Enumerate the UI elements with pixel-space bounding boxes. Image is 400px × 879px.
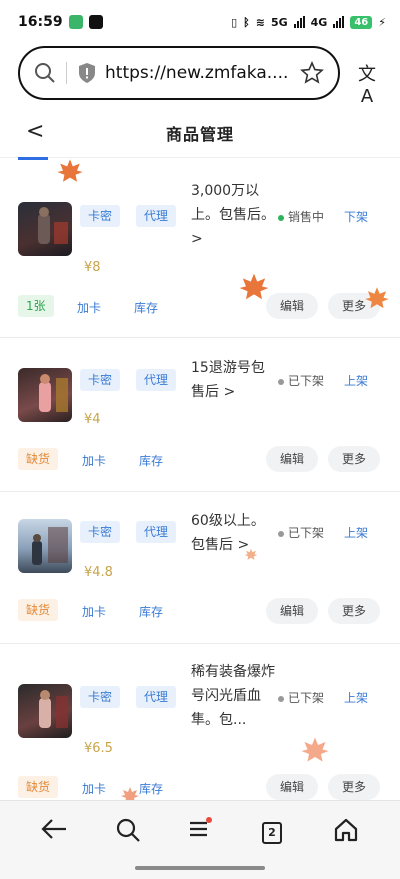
- product-price: ¥4: [84, 412, 101, 427]
- status-dot: [278, 530, 284, 537]
- product-name-link[interactable]: 60级以上。包售后 >: [191, 509, 277, 557]
- product-card: 卡密 代理 稀有装备爆炸号闪光盾血隼。包... 已下架 上架 ¥6.5 缺货 加…: [0, 644, 400, 800]
- url-bar[interactable]: https://new.zmfaka....: [18, 46, 340, 100]
- url-divider: [66, 62, 67, 84]
- more-button[interactable]: 更多: [328, 446, 381, 472]
- home-icon[interactable]: [328, 817, 364, 847]
- edit-button[interactable]: 编辑: [266, 446, 319, 472]
- edit-button[interactable]: 编辑: [266, 598, 319, 624]
- maple-leaf-decoration: [239, 273, 269, 300]
- search-icon[interactable]: [110, 817, 146, 847]
- product-image: [38, 207, 68, 244]
- tiktok-app-icon: [88, 15, 103, 29]
- maple-leaf-decoration: [301, 737, 329, 762]
- signal-4g-icon: [333, 16, 345, 28]
- list-button[interactable]: 上架: [344, 524, 368, 541]
- charging-icon: ⚡: [378, 15, 386, 29]
- status-label: 已下架: [288, 526, 325, 540]
- stock-badge: 缺货: [18, 776, 59, 798]
- product-name-link[interactable]: 稀有装备爆炸号闪光盾血隼。包...: [191, 660, 277, 732]
- status-label: 已下架: [288, 374, 325, 388]
- product-image: [39, 690, 68, 728]
- status-label: 销售中: [288, 210, 325, 224]
- add-card-link[interactable]: 加卡: [77, 299, 101, 316]
- gesture-home-bar[interactable]: [135, 866, 265, 870]
- product-card: 卡密 代理 3,000万以上。包售后。> 销售中 下架 ¥8 1张 加卡 库存 …: [0, 160, 400, 338]
- wifi-icon: ≋: [255, 15, 265, 29]
- status-indicators: ▯ ᛒ ≋ 5G 4G 46 ⚡: [231, 15, 386, 29]
- product-status: 销售中: [278, 208, 324, 225]
- page-title: 商品管理: [165, 125, 234, 144]
- page-header: < 商品管理: [0, 108, 400, 158]
- more-button[interactable]: 更多: [328, 598, 381, 624]
- battery-level: 46: [350, 15, 373, 29]
- inventory-link[interactable]: 库存: [139, 603, 163, 620]
- url-text[interactable]: https://new.zmfaka....: [105, 63, 300, 83]
- maple-leaf-decoration: [57, 159, 83, 182]
- edit-button[interactable]: 编辑: [266, 774, 319, 800]
- product-name-link[interactable]: 3,000万以上。包售后。>: [191, 179, 277, 251]
- product-thumbnail[interactable]: [18, 519, 72, 573]
- product-thumbnail[interactable]: [18, 368, 72, 422]
- product-name-link[interactable]: 15退游号包售后 >: [191, 356, 277, 404]
- product-image: [32, 527, 68, 565]
- stock-badge: 1张: [18, 295, 54, 317]
- product-status: 已下架: [278, 689, 324, 706]
- product-price: ¥8: [84, 260, 101, 275]
- status-dot: [278, 214, 284, 221]
- network-4g-label: 4G: [310, 15, 328, 29]
- network-5g-label: 5G: [270, 15, 288, 29]
- list-button[interactable]: 上架: [344, 372, 368, 389]
- list-button[interactable]: 上架: [344, 689, 368, 706]
- stock-badge: 缺货: [18, 599, 59, 621]
- product-image: [39, 374, 68, 412]
- tag-card-code: 卡密: [80, 369, 121, 391]
- status-bar: 16:59 ▯ ᛒ ≋ 5G 4G 46 ⚡: [0, 0, 400, 44]
- inventory-link[interactable]: 库存: [139, 452, 163, 469]
- product-card: 卡密 代理 60级以上。包售后 > 已下架 上架 ¥4.8 缺货 加卡 库存 编…: [0, 492, 400, 644]
- shield-icon[interactable]: [77, 62, 97, 84]
- menu-icon[interactable]: [182, 817, 218, 847]
- product-price: ¥6.5: [84, 741, 113, 756]
- status-label: 已下架: [288, 691, 325, 705]
- tag-agent: 代理: [136, 686, 177, 708]
- product-status: 已下架: [278, 372, 324, 389]
- delist-button[interactable]: 下架: [344, 208, 368, 225]
- stock-badge: 缺货: [18, 448, 59, 470]
- edit-button[interactable]: 编辑: [266, 293, 319, 319]
- maple-leaf-decoration: [365, 287, 389, 309]
- add-card-link[interactable]: 加卡: [82, 603, 106, 620]
- back-arrow-icon[interactable]: [36, 817, 72, 847]
- maple-leaf-decoration: [244, 548, 258, 560]
- tag-card-code: 卡密: [80, 205, 121, 227]
- status-dot: [278, 378, 284, 385]
- tag-card-code: 卡密: [80, 686, 121, 708]
- add-card-link[interactable]: 加卡: [82, 452, 106, 469]
- search-icon: [35, 63, 55, 83]
- product-thumbnail[interactable]: [18, 202, 72, 256]
- status-dot: [278, 695, 284, 702]
- add-card-link[interactable]: 加卡: [82, 780, 106, 797]
- product-card: 卡密 代理 15退游号包售后 > 已下架 上架 ¥4 缺货 加卡 库存 编辑 更…: [0, 338, 400, 492]
- vibrate-icon: ▯: [231, 15, 238, 29]
- bluetooth-icon: ᛒ: [243, 15, 250, 29]
- inventory-link[interactable]: 库存: [134, 299, 158, 316]
- notification-dot: [206, 817, 212, 823]
- tag-agent: 代理: [136, 205, 177, 227]
- message-app-icon: [68, 15, 83, 29]
- tag-agent: 代理: [136, 369, 177, 391]
- tag-card-code: 卡密: [80, 521, 121, 543]
- tab-count: 2: [262, 822, 282, 844]
- inventory-link[interactable]: 库存: [139, 780, 163, 797]
- status-time: 16:59: [18, 14, 63, 30]
- product-price: ¥4.8: [84, 565, 113, 580]
- tag-agent: 代理: [136, 521, 177, 543]
- bookmark-star-icon[interactable]: [300, 61, 324, 85]
- product-thumbnail[interactable]: [18, 684, 72, 738]
- product-status: 已下架: [278, 524, 324, 541]
- tabs-icon[interactable]: 2: [254, 817, 290, 847]
- more-button[interactable]: 更多: [328, 774, 381, 800]
- translate-icon[interactable]: 文A: [352, 60, 382, 107]
- signal-5g-icon: [293, 16, 305, 28]
